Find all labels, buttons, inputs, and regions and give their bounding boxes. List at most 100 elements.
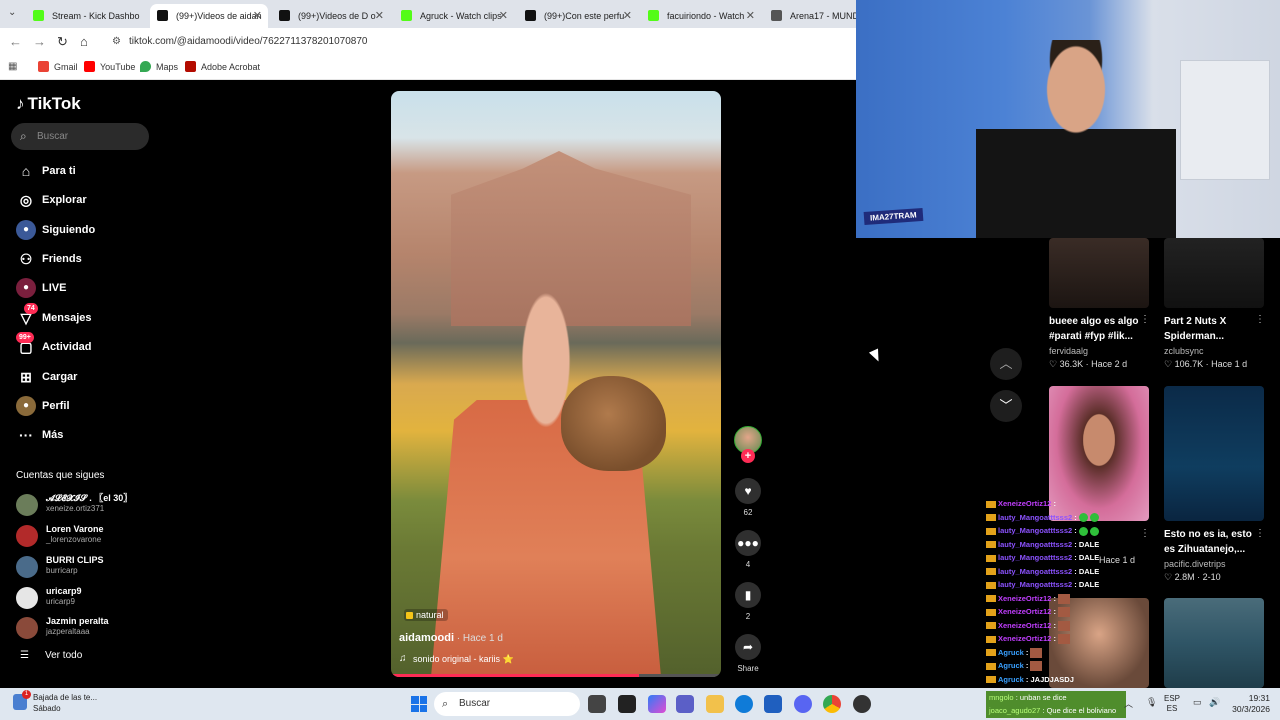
chat-message: XeneizeOrtiz12 : — [986, 633, 1070, 645]
home-icon[interactable]: ⌂ — [80, 34, 88, 49]
nav-item-friends[interactable]: ⚇ Friends — [16, 248, 82, 270]
nav-item-explorar[interactable]: ◎ Explorar — [16, 189, 87, 211]
teams-icon[interactable] — [676, 695, 694, 713]
close-tab-icon[interactable]: ✕ — [746, 9, 755, 22]
nav-item-cargar[interactable]: ⊞ Cargar — [16, 366, 77, 388]
related-video-thumbnail[interactable] — [1049, 238, 1149, 308]
close-tab-icon[interactable]: ✕ — [253, 9, 262, 22]
tab-list-chevron-icon[interactable]: ⌄ — [8, 7, 16, 18]
chrome-icon[interactable] — [823, 695, 841, 713]
browser-tab[interactable]: Agruck - Watch clips ✕ — [394, 4, 514, 28]
next-video-button[interactable]: ﹀ — [990, 390, 1022, 422]
tiktok-favicon-icon — [157, 10, 168, 21]
previous-video-button[interactable]: ︿ — [990, 348, 1022, 380]
more-options-icon[interactable]: ⋮ — [1255, 314, 1265, 325]
list-icon: ☰ — [20, 650, 29, 661]
chat-text: : — [1051, 499, 1056, 508]
more-options-icon[interactable]: ⋮ — [1140, 314, 1150, 325]
browser-tab[interactable]: facuiriondo - Watch ✕ — [641, 4, 761, 28]
video-author[interactable]: aidamoodi · Hace 1 d — [399, 632, 503, 644]
browser-tab[interactable]: (99+)Videos de D o ✕ — [272, 4, 390, 28]
followed-account[interactable]: BURRI CLIPS burricarp — [16, 554, 104, 580]
followed-account[interactable]: Jazmin peralta jazperaltaaa — [16, 615, 109, 641]
taskbar-clock[interactable]: 19:31 30/3/2026 — [1232, 693, 1270, 715]
related-video-thumbnail[interactable] — [1164, 238, 1264, 308]
chat-message: lauty_Mangoatttsss2 : DALE — [986, 539, 1099, 551]
followed-account[interactable]: uricarp9 uricarp9 — [16, 585, 82, 611]
video-progress-bar[interactable] — [391, 674, 721, 677]
taskbar-search[interactable]: ⌕ Buscar — [434, 692, 580, 716]
nav-item-mensajes[interactable]: ▽ 74 Mensajes — [16, 303, 92, 329]
followed-account[interactable]: 𝓐𝓛𝓔𝓧𝓘𝓢 . 〖el 30〗 xeneize.ortiz371 — [16, 492, 132, 518]
browser-tab-active[interactable]: (99+)Videos de aidan ✕ — [150, 4, 268, 28]
widgets-icon[interactable] — [618, 695, 636, 713]
microphone-icon[interactable]: 🎙 — [1146, 697, 1157, 708]
followed-account[interactable]: Loren Varone _lorenzovarone — [16, 523, 104, 549]
reload-icon[interactable]: ↻ — [57, 34, 68, 50]
volume-icon[interactable]: 🔊 — [1209, 697, 1220, 708]
network-icon[interactable]: ▭ — [1193, 697, 1202, 708]
close-tab-icon[interactable]: ✕ — [375, 9, 384, 22]
related-video-title[interactable]: Part 2 Nuts X Spiderman... — [1164, 314, 1264, 344]
follow-plus-icon[interactable]: + — [741, 449, 755, 463]
browser-tab[interactable]: Arena17 - MUNDIA — [764, 4, 856, 28]
bookmark-maps[interactable]: Maps — [140, 61, 178, 75]
tiktok-note-icon: ♪ — [16, 94, 25, 113]
apps-grid-icon[interactable]: ▦ — [8, 61, 17, 72]
nav-item-para-ti[interactable]: ⌂ Para ti — [16, 160, 76, 182]
video-progress-fill — [391, 674, 639, 677]
related-video-channel[interactable]: fervidaalg — [1049, 346, 1088, 356]
browser-tab[interactable]: Stream - Kick Dashbo — [26, 4, 148, 28]
bookmark-adobe-acrobat[interactable]: Adobe Acrobat — [185, 61, 260, 75]
face-emote-icon — [1030, 647, 1043, 658]
close-tab-icon[interactable]: ✕ — [623, 9, 632, 22]
video-person-shape — [431, 281, 661, 677]
task-view-icon[interactable] — [588, 695, 606, 713]
related-video-channel[interactable]: zclubsync — [1164, 346, 1204, 356]
forward-icon[interactable]: → — [33, 34, 46, 49]
video-dog-shape — [561, 376, 666, 471]
file-explorer-icon[interactable] — [706, 695, 724, 713]
input-language-indicator[interactable]: ESP ES — [1160, 694, 1184, 714]
video-hashtag[interactable]: natural — [404, 609, 448, 621]
chat-text: : DALE — [1072, 566, 1100, 576]
nav-item-live[interactable]: ● LIVE — [16, 277, 66, 299]
acrobat-icon — [185, 61, 196, 72]
store-icon[interactable] — [764, 695, 782, 713]
bookmark-youtube[interactable]: YouTube — [84, 61, 135, 75]
see-all-button[interactable]: ☰ Ver todo — [20, 650, 82, 661]
search-input[interactable]: ⌕ Buscar — [11, 123, 149, 150]
taskbar-notification[interactable]: 1 Bajada de las te... Sábado — [13, 690, 97, 714]
tiktok-logo[interactable]: ♪ TikTok — [16, 94, 81, 114]
nav-item-mas[interactable]: ··· Más — [16, 424, 63, 446]
share-button[interactable]: ➦ Share — [735, 634, 761, 673]
windows-start-icon[interactable] — [411, 696, 427, 712]
video-player[interactable]: natural aidamoodi · Hace 1 d ♫ sonido ori… — [391, 91, 721, 677]
face-emote-icon — [1057, 593, 1070, 604]
more-options-icon[interactable]: ⋮ — [1255, 528, 1265, 539]
activity-badge: 99+ — [16, 332, 34, 343]
save-button[interactable]: ▮ 2 — [735, 582, 761, 621]
maps-icon — [140, 61, 151, 72]
site-info-icon[interactable]: ⚙ — [112, 31, 121, 53]
nav-item-siguiendo[interactable]: ● Siguiendo — [16, 219, 95, 241]
address-bar[interactable]: ⚙ tiktok.com/@aidamoodi/video/7622711378… — [104, 31, 846, 53]
bookmark-gmail[interactable]: Gmail — [38, 61, 78, 75]
chat-username: joaco_agudo27 — [989, 706, 1041, 715]
copilot-icon[interactable] — [648, 695, 666, 713]
obs-icon[interactable] — [853, 695, 871, 713]
chat-message: lauty_Mangoatttsss2 : DALE — [986, 552, 1099, 564]
chat-badge-icon — [986, 500, 996, 508]
comment-button[interactable]: ●●● 4 — [735, 530, 761, 569]
like-button[interactable]: ♥ 62 — [735, 478, 761, 517]
browser-tab[interactable]: (99+)Con este perfu ✕ — [518, 4, 638, 28]
nav-item-perfil[interactable]: ● Perfil — [16, 395, 70, 417]
nav-item-actividad[interactable]: ▢ 99+ Actividad — [16, 332, 92, 358]
video-sound[interactable]: ♫ sonido original - kariis ⭐ — [399, 653, 514, 665]
close-tab-icon[interactable]: ✕ — [499, 9, 508, 22]
related-video-title[interactable]: bueee algo es algo #parati #fyp #lik... — [1049, 314, 1149, 344]
edge-icon[interactable] — [735, 695, 753, 713]
chevron-up-icon[interactable]: ︿ — [1124, 697, 1133, 710]
discord-icon[interactable] — [794, 695, 812, 713]
back-icon[interactable]: ← — [9, 34, 22, 49]
